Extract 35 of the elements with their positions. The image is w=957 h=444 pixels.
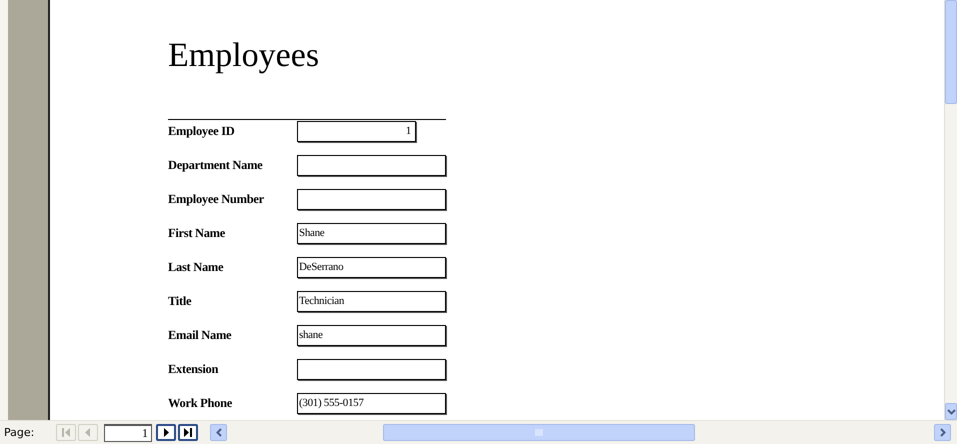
grip-icon [535, 429, 543, 436]
chevron-down-icon [946, 408, 956, 414]
page-number-field[interactable]: 1 [104, 424, 152, 442]
field-label: Employee ID [168, 124, 236, 138]
scroll-down-button[interactable] [945, 403, 957, 420]
scroll-right-button[interactable] [934, 424, 951, 441]
field-label: Employee Number [168, 192, 265, 206]
triangle-left-icon [83, 428, 93, 437]
field-value-box: DeSerrano [297, 256, 446, 278]
field-value-box: (301) 555-0157 [297, 392, 446, 414]
horizontal-scrollbar[interactable] [210, 424, 951, 441]
chevron-left-icon [216, 428, 222, 437]
nav-button[interactable] [178, 424, 198, 441]
field-value-box: 1 [297, 120, 416, 142]
field-value-box: Technician [297, 290, 446, 312]
scroll-left-button[interactable] [210, 424, 227, 441]
vertical-scrollbar[interactable] [944, 0, 957, 420]
field-label: Last Name [168, 260, 224, 274]
chevron-right-icon [940, 428, 946, 437]
page-label: Page: [3, 426, 36, 439]
field-label: Title [168, 294, 192, 308]
field-value-box: Shane [297, 222, 446, 244]
first-page-icon [61, 428, 71, 437]
field-label: Email Name [168, 328, 232, 342]
last-page-icon [183, 428, 193, 437]
nav-button[interactable] [156, 424, 176, 441]
report-title: Employees [168, 36, 320, 76]
field-label: Extension [168, 362, 220, 376]
triangle-right-icon [161, 428, 171, 437]
field-value-box: shane [297, 324, 446, 346]
field-label: First Name [168, 226, 226, 240]
scroll-thumb[interactable] [383, 424, 695, 441]
field-label: Department Name [168, 158, 264, 172]
field-label: Work Phone [168, 396, 234, 410]
scroll-thumb[interactable] [945, 0, 957, 104]
